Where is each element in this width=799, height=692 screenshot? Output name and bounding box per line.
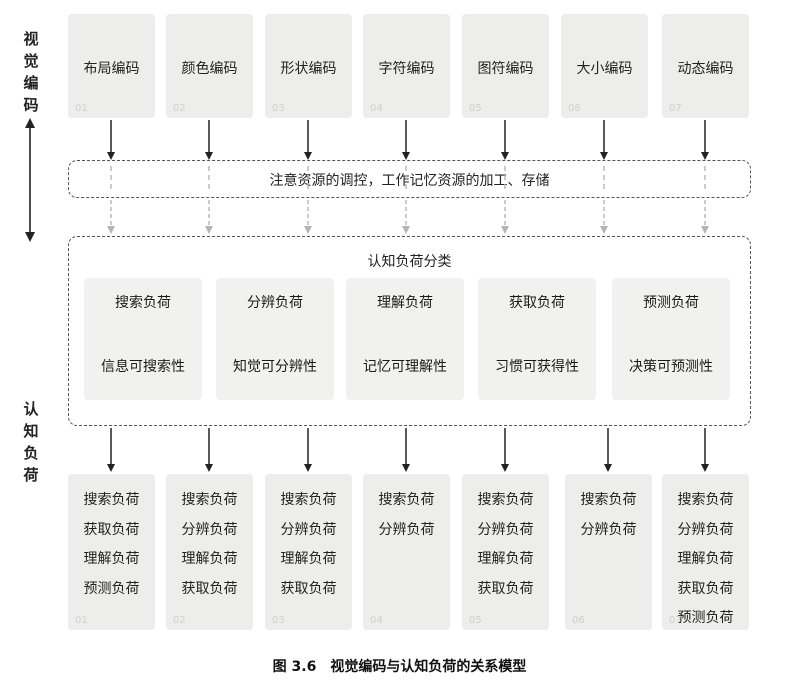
arrows-classification-to-bottom — [107, 428, 709, 472]
arrows-layer — [25, 118, 709, 472]
arrows-top-to-resource — [107, 120, 709, 160]
side-arrow-head-up — [25, 118, 35, 128]
side-arrow-head-down — [25, 232, 35, 242]
figure-caption: 图 3.6 视觉编码与认知负荷的关系模型 — [272, 659, 527, 675]
arrows-resource-to-classification — [107, 200, 709, 234]
dashed-gray-lines — [110, 166, 706, 192]
